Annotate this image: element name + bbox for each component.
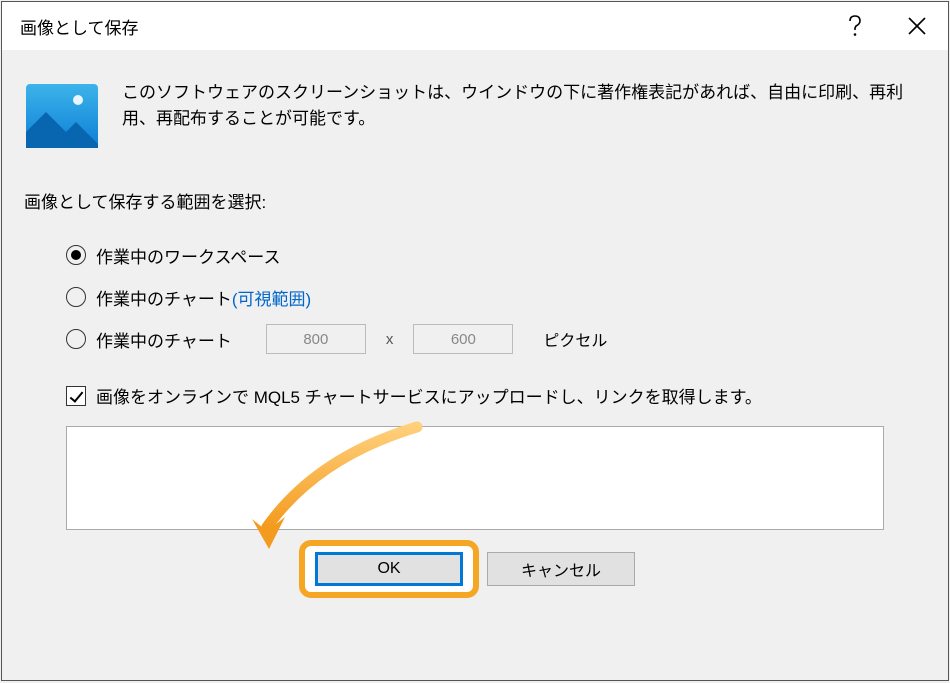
radio-workspace[interactable] [66,245,86,265]
ok-button[interactable]: OK [315,552,463,586]
width-input[interactable] [266,324,366,354]
titlebar: 画像として保存 [2,2,948,50]
radio-row-chart-size: 作業中のチャート x ピクセル [66,321,926,357]
radio-chart-size-label: 作業中のチャート [96,327,232,352]
upload-checkbox[interactable] [66,386,86,406]
radio-row-workspace: 作業中のワークスペース [66,237,926,273]
intro-text: このソフトウェアのスクリーンショットは、ウインドウの下に著作権表記があれば、自由… [122,78,926,154]
dialog-content: このソフトウェアのスクリーンショットは、ウインドウの下に著作権表記があれば、自由… [2,50,948,586]
help-button[interactable] [824,2,886,50]
radio-chart-visible[interactable] [66,287,86,307]
close-icon [908,17,926,35]
cancel-button[interactable]: キャンセル [487,552,635,586]
radio-chart-visible-label: 作業中のチャート(可視範囲) [96,285,311,310]
ok-highlight-wrap: OK [315,552,463,586]
height-input[interactable] [413,324,513,354]
dialog-title: 画像として保存 [20,14,824,39]
save-as-image-dialog: 画像として保存 [1,1,949,681]
radio-chart-visible-prefix: 作業中のチャート [96,290,232,309]
range-radio-group: 作業中のワークスペース 作業中のチャート(可視範囲) 作業中のチャート x ピク… [24,237,926,357]
upload-checkbox-row: 画像をオンラインで MQL5 チャートサービスにアップロードし、リンクを取得しま… [24,383,926,408]
help-icon [848,15,862,37]
visible-range-link[interactable]: (可視範囲) [232,290,311,309]
dimension-x: x [386,331,394,348]
radio-chart-size[interactable] [66,329,86,349]
radio-workspace-label: 作業中のワークスペース [96,243,280,268]
close-button[interactable] [886,2,948,50]
intro-section: このソフトウェアのスクリーンショットは、ウインドウの下に著作権表記があれば、自由… [24,78,926,154]
upload-checkbox-label: 画像をオンラインで MQL5 チャートサービスにアップロードし、リンクを取得しま… [96,383,762,408]
button-row: OK キャンセル [24,552,926,586]
image-icon [24,78,100,154]
dimension-unit: ピクセル [543,327,607,351]
link-textbox[interactable] [66,426,884,530]
radio-row-chart-visible: 作業中のチャート(可視範囲) [66,279,926,315]
section-label: 画像として保存する範囲を選択: [24,188,926,213]
